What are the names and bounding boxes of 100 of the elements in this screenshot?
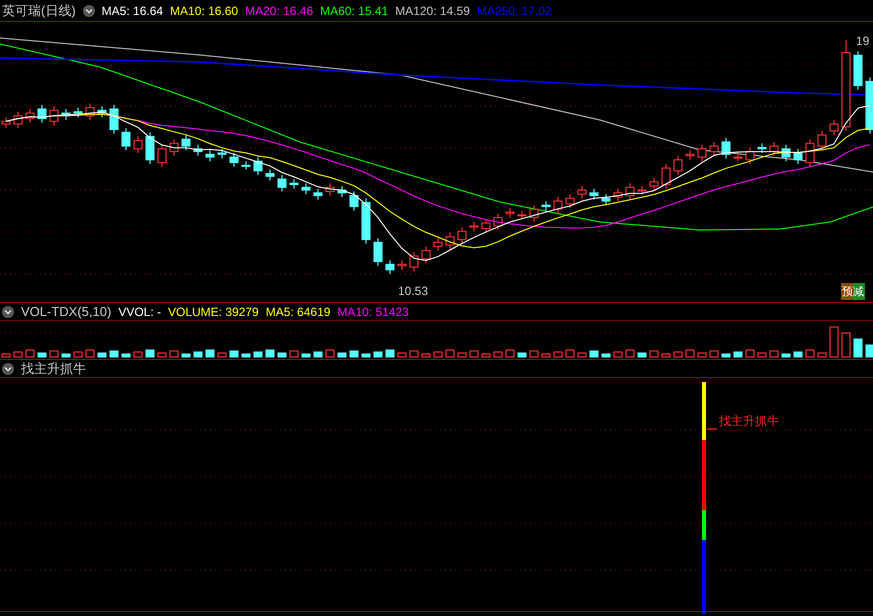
candlestick <box>386 260 394 274</box>
candlestick <box>434 238 442 252</box>
volume-bar <box>542 354 550 358</box>
candlestick <box>146 132 154 164</box>
candlestick <box>266 168 274 181</box>
volume-bar <box>686 350 694 358</box>
candlestick <box>398 260 406 270</box>
volume-bar <box>326 350 334 358</box>
candlestick <box>506 207 514 218</box>
volume-bar <box>422 354 430 358</box>
volume-bar <box>38 352 46 358</box>
candlestick <box>170 138 178 156</box>
candlestick <box>578 185 586 199</box>
volume-title: VOL-TDX(5,10) <box>21 304 112 318</box>
volume-bar <box>818 352 826 358</box>
volume-bar <box>14 352 22 358</box>
ma-value: MA250: 17.02 <box>476 4 552 18</box>
volume-bar <box>350 350 358 358</box>
candlestick <box>806 138 814 168</box>
candlestick <box>626 182 634 200</box>
volume-bar <box>434 352 442 358</box>
candlestick <box>818 130 826 151</box>
candlestick <box>542 200 550 212</box>
collapse-icon[interactable] <box>82 4 95 16</box>
volume-bar <box>794 352 802 358</box>
volume-bar <box>386 350 394 358</box>
indicator-title: 找主升抓牛 <box>21 362 86 376</box>
volume-bar <box>758 352 766 358</box>
candlestick <box>470 221 478 232</box>
ma-value: MA10: 16.60 <box>170 4 238 18</box>
volume-bar <box>86 350 94 358</box>
volume-bar <box>710 350 718 358</box>
stock-title: 英可瑞(日线) <box>2 4 76 18</box>
volume-bar <box>578 352 586 358</box>
volume-bar <box>374 352 382 358</box>
volume-bar <box>566 350 574 358</box>
collapse-icon[interactable] <box>2 362 14 374</box>
volume-value: VVOL: - <box>118 304 161 318</box>
collapse-icon[interactable] <box>2 306 14 318</box>
candlestick <box>746 146 754 164</box>
candlestick <box>698 144 706 162</box>
candlestick <box>554 196 562 214</box>
volume-bar <box>854 338 862 358</box>
candlestick <box>614 188 622 202</box>
candlestick <box>446 232 454 250</box>
volume-bar <box>122 354 130 358</box>
candlestick <box>410 251 418 272</box>
volume-bar <box>134 352 142 358</box>
volume-bar <box>62 354 70 358</box>
candlestick <box>242 160 250 170</box>
ma-value: MA5: 16.64 <box>102 4 164 18</box>
candlestick <box>14 111 22 129</box>
volume-bar <box>842 332 850 358</box>
candlestick <box>158 144 166 168</box>
candlestick <box>866 76 873 134</box>
volume-bar <box>410 350 418 358</box>
candlestick <box>62 108 70 120</box>
volume-bar <box>26 350 34 358</box>
volume-bar <box>50 350 58 358</box>
candlestick <box>374 238 382 266</box>
candlestick <box>530 204 538 222</box>
ma-value: MA120: 14.59 <box>395 4 470 18</box>
candlestick <box>206 150 214 162</box>
volume-value: MA5: 64619 <box>266 304 330 318</box>
candlestick <box>458 226 466 244</box>
volume-bar <box>650 350 658 358</box>
volume-bar <box>458 352 466 358</box>
candlestick <box>254 156 262 176</box>
volume-bar <box>518 352 526 358</box>
volume-bar <box>98 352 106 358</box>
candlestick <box>134 136 142 154</box>
volume-bar <box>746 350 754 358</box>
candlestick <box>26 108 34 124</box>
candlestick <box>722 137 730 159</box>
volume-bar <box>674 352 682 358</box>
candlestick <box>734 152 742 162</box>
candlestick <box>182 134 190 151</box>
volume-bar <box>398 352 406 358</box>
volume-bar <box>602 354 610 358</box>
volume-bar <box>170 350 178 358</box>
volume-bar <box>590 350 598 358</box>
candlestick <box>830 119 838 136</box>
ma-value: MA20: 16.46 <box>245 4 314 18</box>
volume-bar <box>506 350 514 358</box>
candlestick <box>350 190 358 212</box>
volume-bar <box>74 352 82 358</box>
candlestick <box>482 218 490 234</box>
candlestick <box>230 152 238 168</box>
volume-bar <box>698 352 706 358</box>
candlestick <box>50 106 58 126</box>
volume-bar <box>182 354 190 358</box>
candlestick <box>38 104 46 124</box>
candlestick <box>278 174 286 192</box>
volume-bar <box>110 350 118 358</box>
volume-bar <box>866 344 873 358</box>
volume-bar <box>254 352 262 358</box>
volume-bar <box>302 354 310 358</box>
volume-bar <box>218 352 226 358</box>
volume-bar <box>638 352 646 358</box>
volume-bar <box>662 354 670 358</box>
